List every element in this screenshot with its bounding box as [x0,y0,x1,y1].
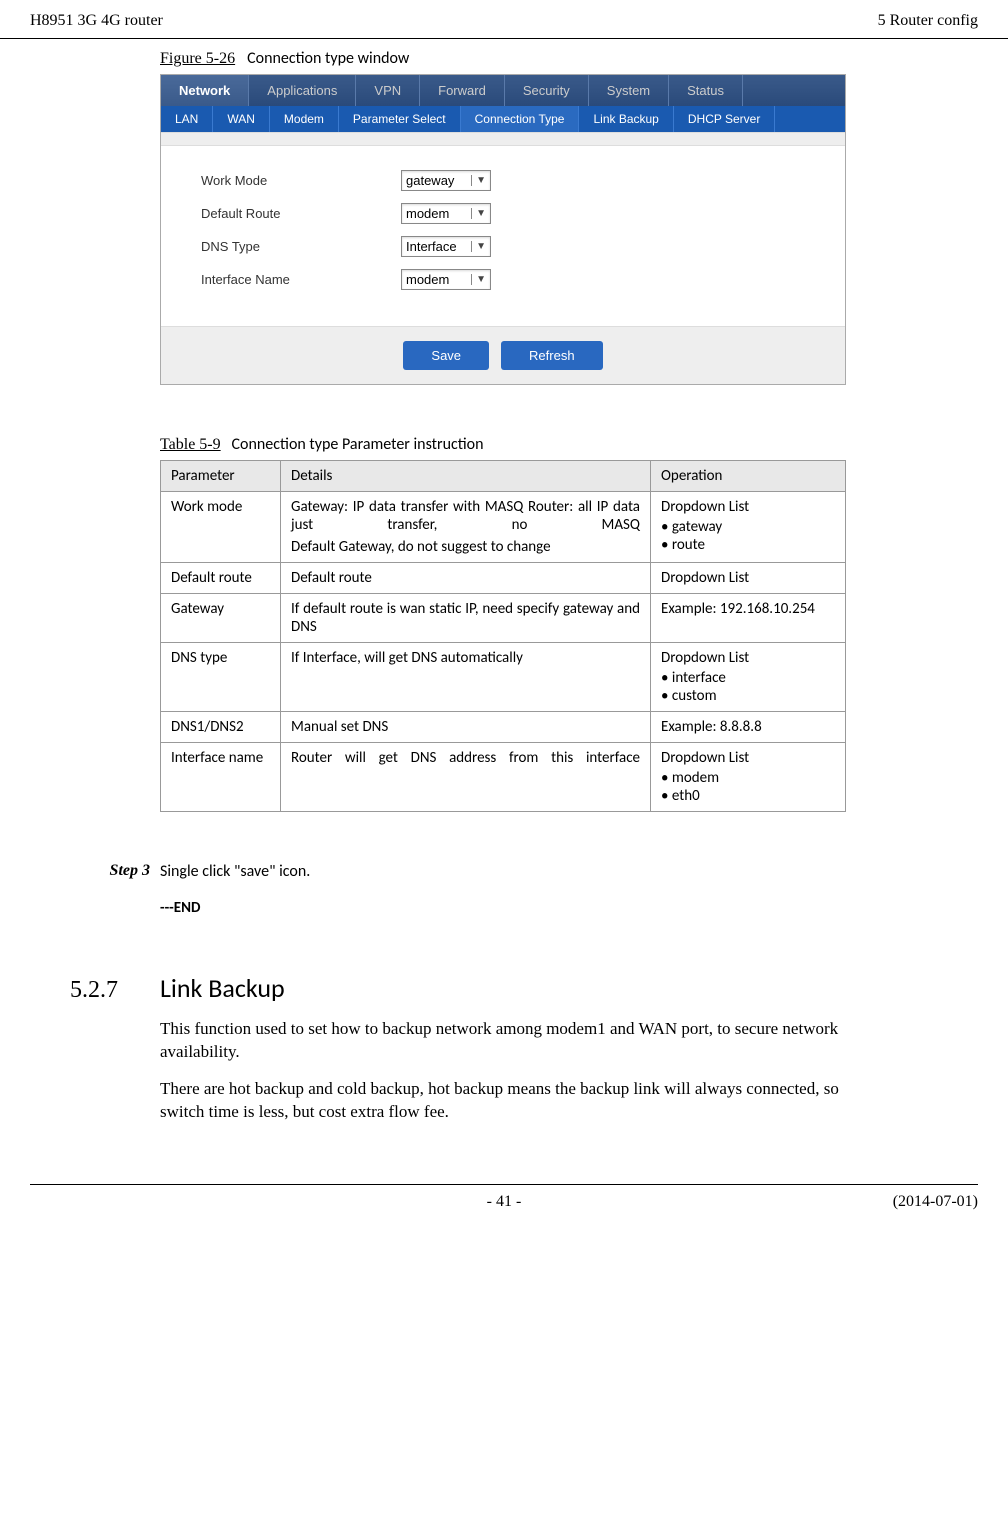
sub-tab-dhcp-server[interactable]: DHCP Server [674,106,775,132]
sub-tab-wan[interactable]: WAN [213,106,270,132]
chevron-down-icon: ▼ [471,175,486,186]
operation-cell: Dropdown Listinterfacecustom [651,643,846,712]
table-row: DNS typeIf Interface, will get DNS autom… [161,643,846,712]
sub-tab-bar: LANWANModemParameter SelectConnection Ty… [161,106,845,132]
operation-cell: Dropdown List [651,563,846,594]
select-value: gateway [406,173,454,188]
select-value: modem [406,272,449,287]
save-button[interactable]: Save [403,341,489,370]
sub-tab-link-backup[interactable]: Link Backup [579,106,673,132]
form-area: Work Modegateway▼Default Routemodem▼DNS … [161,146,845,326]
table-title: Connection type Parameter instruction [232,435,484,454]
main-tab-applications[interactable]: Applications [249,75,356,106]
sub-tab-modem[interactable]: Modem [270,106,339,132]
main-tab-forward[interactable]: Forward [420,75,505,106]
chevron-down-icon: ▼ [471,274,486,285]
button-row: Save Refresh [161,326,845,384]
refresh-button[interactable]: Refresh [501,341,603,370]
param-table: ParameterDetailsOperation Work modeGatew… [160,460,846,812]
step-label: Step 3 [78,862,160,881]
divider [161,132,845,146]
screenshot-panel: NetworkApplicationsVPNForwardSecuritySys… [160,74,846,385]
form-label: Work Mode [201,173,401,188]
param-cell: Gateway [161,594,281,643]
select-default-route[interactable]: modem ▼ [401,203,491,224]
end-marker: ---END [160,899,848,917]
doc-chapter-right: 5 Router config [878,12,978,30]
table-row: Interface nameRouter will get DNS addres… [161,743,846,812]
table-label: Table 5-9 [160,436,221,453]
details-cell: Default route [281,563,651,594]
table-row: Default routeDefault routeDropdown List [161,563,846,594]
select-value: modem [406,206,449,221]
section-number: 5.2.7 [70,977,160,1004]
select-work-mode[interactable]: gateway ▼ [401,170,491,191]
details-cell: If default route is wan static IP, need … [281,594,651,643]
doc-title-left: H8951 3G 4G router [30,12,163,30]
main-tab-network[interactable]: Network [161,75,249,106]
main-tab-security[interactable]: Security [505,75,589,106]
body-paragraph: This function used to set how to backup … [160,1018,848,1064]
table-caption: Table 5-9 Connection type Parameter inst… [160,435,848,454]
form-row: DNS Type Interface ▼ [201,236,805,257]
figure-title: Connection type window [247,49,409,68]
select-dns-type[interactable]: Interface ▼ [401,236,491,257]
step-text: Single click "save" icon. [160,862,310,881]
figure-caption: Figure 5-26 Connection type window [160,49,848,68]
figure-label: Figure 5-26 [160,50,235,67]
select-interface-name[interactable]: modem ▼ [401,269,491,290]
form-row: Work Mode gateway ▼ [201,170,805,191]
sub-tab-lan[interactable]: LAN [161,106,213,132]
section-title: Link Backup [160,972,285,1004]
operation-cell: Dropdown Listgatewayroute [651,492,846,563]
details-cell: Gateway: IP data transfer with MASQ Rout… [281,492,651,563]
main-tab-system[interactable]: System [589,75,669,106]
table-row: DNS1/DNS2Manual set DNSExample: 8.8.8.8 [161,712,846,743]
sub-tab-parameter-select[interactable]: Parameter Select [339,106,461,132]
details-cell: If Interface, will get DNS automatically [281,643,651,712]
table-header: Details [281,461,651,492]
select-value: Interface [406,239,457,254]
form-label: Default Route [201,206,401,221]
param-cell: Interface name [161,743,281,812]
page-number: - 41 - [487,1193,522,1211]
details-cell: Manual set DNS [281,712,651,743]
main-tab-bar: NetworkApplicationsVPNForwardSecuritySys… [161,75,845,106]
main-tab-status[interactable]: Status [669,75,743,106]
sub-tab-connection-type[interactable]: Connection Type [461,106,580,132]
main-tab-vpn[interactable]: VPN [356,75,420,106]
form-row: Interface Name modem ▼ [201,269,805,290]
footer-date: (2014-07-01) [893,1193,978,1211]
operation-cell: Example: 8.8.8.8 [651,712,846,743]
form-label: Interface Name [201,272,401,287]
details-cell: Router will get DNS address from this in… [281,743,651,812]
table-header: Operation [651,461,846,492]
chevron-down-icon: ▼ [471,241,486,252]
table-header: Parameter [161,461,281,492]
param-cell: Default route [161,563,281,594]
param-cell: DNS1/DNS2 [161,712,281,743]
form-label: DNS Type [201,239,401,254]
form-row: Default Route modem ▼ [201,203,805,224]
operation-cell: Example: 192.168.10.254 [651,594,846,643]
chevron-down-icon: ▼ [471,208,486,219]
body-paragraph: There are hot backup and cold backup, ho… [160,1078,848,1124]
param-cell: DNS type [161,643,281,712]
param-cell: Work mode [161,492,281,563]
table-row: Work modeGateway: IP data transfer with … [161,492,846,563]
operation-cell: Dropdown Listmodemeth0 [651,743,846,812]
table-row: GatewayIf default route is wan static IP… [161,594,846,643]
